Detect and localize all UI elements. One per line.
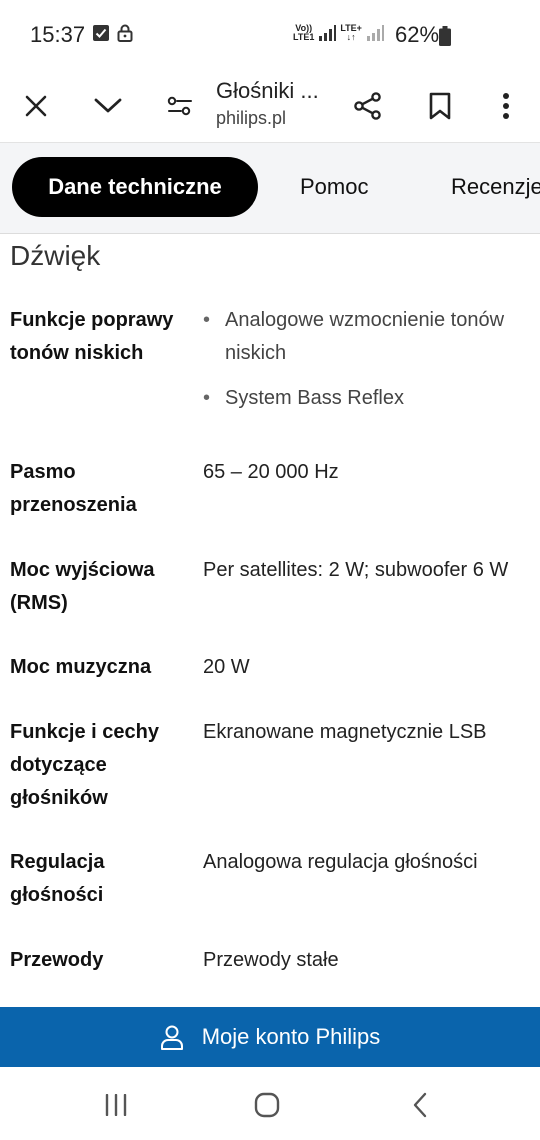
section-tabs: Dane techniczne Pomoc Recenzje (0, 143, 540, 234)
spec-value: Ekranowane magnetycznie LSB (203, 721, 487, 743)
spec-bullet: System Bass Reflex (203, 382, 533, 415)
page-title[interactable]: Głośniki ... (216, 78, 319, 104)
spec-label: Moc muzyczna (10, 656, 152, 678)
status-time: 15:37 (30, 22, 86, 47)
spec-label: Moc wyjściowa (RMS) (10, 559, 155, 614)
spec-value: 65 – 20 000 Hz (203, 461, 339, 483)
checkbox-notification-icon (93, 25, 109, 41)
tune-icon (167, 96, 192, 116)
lock-icon (117, 24, 133, 42)
status-right-icons: Vo)) LTE1 LTE+ ↓↑ (293, 24, 384, 42)
chevron-down-icon (94, 98, 122, 113)
data-arrows-icon: ↓↑ (346, 32, 356, 42)
spec-label: Pasmo przenoszenia (10, 461, 137, 516)
share-icon (354, 92, 381, 120)
bookmark-button[interactable] (418, 84, 462, 128)
spec-label: Funkcje i cechy dotyczące głośników (10, 721, 159, 809)
my-account-label: Moje konto Philips (201, 1024, 381, 1049)
share-button[interactable] (346, 84, 390, 128)
section-title: Dźwięk (10, 240, 101, 271)
signal-bars-2-icon (366, 25, 384, 41)
battery-icon (439, 26, 451, 46)
spec-bullet: Analogowe wzmocnienie tonów niskich (203, 304, 533, 370)
back-icon (413, 1092, 427, 1118)
spec-label: Regulacja głośności (10, 851, 105, 906)
tab-dane-techniczne[interactable]: Dane techniczne (12, 157, 258, 217)
tab-pomoc[interactable]: Pomoc (300, 157, 368, 217)
recent-apps-icon (105, 1094, 127, 1116)
browser-toolbar: Głośniki ... philips.pl (0, 70, 540, 143)
close-icon (25, 95, 47, 117)
spec-value: Analogowa regulacja głośności (203, 851, 478, 873)
lte-plus-indicator: LTE+ ↓↑ (340, 23, 362, 42)
signal-bars-icon (319, 25, 337, 41)
status-bar: 15:37 Vo)) LTE1 LTE+ ↓↑ 62% (0, 0, 540, 70)
spec-value: Przewody stałe (203, 949, 339, 971)
user-icon (160, 1024, 184, 1050)
spec-value: Per satellites: 2 W; subwoofer 6 W (203, 559, 509, 581)
more-vertical-icon (503, 93, 509, 119)
system-nav-bar (0, 1068, 540, 1140)
home-button[interactable] (247, 1088, 287, 1122)
volte-indicator: Vo)) LTE1 (293, 23, 315, 42)
home-icon (254, 1092, 280, 1118)
site-settings-button[interactable] (158, 84, 202, 128)
spec-value-list: Analogowe wzmocnienie tonów niskich Syst… (203, 304, 533, 427)
spec-label: Przewody (10, 949, 104, 971)
page-url[interactable]: philips.pl (216, 108, 286, 129)
my-account-button[interactable]: Moje konto Philips (0, 1007, 540, 1067)
bookmark-icon (429, 92, 451, 120)
close-button[interactable] (14, 84, 58, 128)
spec-value: 20 W (203, 656, 250, 678)
spec-label: Funkcje poprawy tonów niskich (10, 309, 174, 364)
more-options-button[interactable] (484, 84, 528, 128)
collapse-button[interactable] (86, 84, 130, 128)
status-left-icons (93, 24, 133, 42)
back-button[interactable] (400, 1088, 440, 1122)
tab-recenzje[interactable]: Recenzje (451, 157, 540, 217)
battery-percent: 62% (395, 22, 440, 47)
recent-apps-button[interactable] (96, 1088, 136, 1122)
